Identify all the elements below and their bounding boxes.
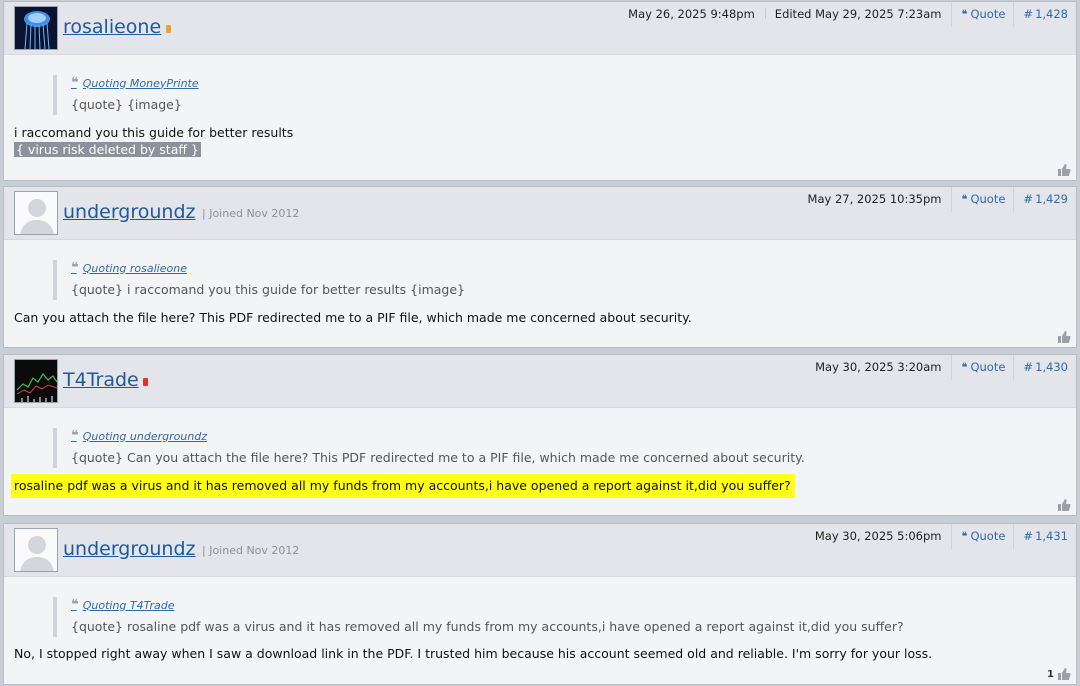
like-count: 1 [1047, 669, 1054, 680]
username[interactable]: undergroundz [63, 538, 196, 560]
quote-button[interactable]: ❛❛ Quote [951, 355, 1013, 380]
post-1431: undergroundz | Joined Nov 2012 May 30, 2… [3, 523, 1077, 685]
quote-icon: ❛❛ [71, 75, 79, 91]
hash-icon: # [1023, 7, 1034, 21]
status-badge [143, 378, 148, 386]
quote-button[interactable]: ❛❛ Quote [951, 2, 1013, 27]
quote-icon: ❛❛ [71, 597, 79, 613]
post-message: Can you attach the file here? This PDF r… [14, 310, 692, 325]
avatar[interactable] [14, 359, 58, 403]
thumbs-up-icon[interactable] [1057, 163, 1071, 177]
post-date: May 30, 2025 5:06pm [814, 529, 942, 543]
post-meta: May 26, 2025 9:48pm Edited May 29, 2025 … [628, 2, 1076, 27]
post-message: No, I stopped right away when I saw a do… [14, 646, 933, 661]
quote-icon: ❛❛ [961, 192, 967, 206]
quote-icon: ❛❛ [961, 529, 967, 543]
avatar[interactable] [14, 6, 58, 50]
post-header: undergroundz | Joined Nov 2012 May 27, 2… [4, 187, 1076, 240]
post-meta: May 27, 2025 10:35pm ❛❛ Quote #1,429 [808, 187, 1076, 212]
post-1428: rosalieone May 26, 2025 9:48pm Edited Ma… [3, 1, 1077, 181]
post-date: May 26, 2025 9:48pm [628, 7, 755, 21]
quote-button[interactable]: ❛❛ Quote [951, 187, 1013, 212]
avatar[interactable] [14, 528, 58, 572]
edited-date: Edited May 29, 2025 7:23am [774, 7, 942, 21]
post-1429: undergroundz | Joined Nov 2012 May 27, 2… [3, 186, 1077, 348]
hash-icon: # [1023, 360, 1034, 374]
username[interactable]: rosalieone [63, 16, 161, 38]
post-meta: May 30, 2025 5:06pm ❛❛ Quote #1,431 [815, 524, 1076, 549]
quote-icon: ❛❛ [71, 428, 79, 444]
quote-text: {quote} {image} [71, 97, 182, 112]
hash-icon: # [1023, 192, 1034, 206]
divider [764, 8, 766, 19]
avatar[interactable] [14, 191, 58, 235]
quote-block: ❛❛ Quoting rosalieone {quote} i raccomand… [53, 260, 465, 300]
quote-icon: ❛❛ [961, 7, 967, 21]
post-header: rosalieone May 26, 2025 9:48pm Edited Ma… [4, 2, 1076, 55]
quote-text: {quote} i raccomand you this guide for b… [71, 282, 466, 297]
quote-text: {quote} Can you attach the file here? Th… [71, 450, 805, 465]
post-header: T4Trade May 30, 2025 3:20am ❛❛ Quote #1,4… [4, 355, 1076, 408]
hash-icon: # [1023, 529, 1034, 543]
thumbs-up-icon[interactable] [1057, 667, 1071, 681]
post-message: rosaline pdf was a virus and it has remo… [11, 474, 795, 498]
quote-source-link[interactable]: ❛❛ Quoting T4Trade [71, 597, 904, 613]
thumbs-up-icon[interactable] [1057, 330, 1071, 344]
quote-icon: ❛❛ [961, 360, 967, 374]
quote-source-link[interactable]: ❛❛ Quoting undergroundz [71, 428, 805, 444]
thumbs-up-icon[interactable] [1057, 498, 1071, 512]
post-1430: T4Trade May 30, 2025 3:20am ❛❛ Quote #1,4… [3, 354, 1077, 516]
post-number-link[interactable]: #1,428 [1013, 2, 1076, 27]
status-badge [166, 25, 171, 33]
joined-date: | Joined Nov 2012 [202, 207, 300, 220]
post-message: i raccomand you this guide for better re… [14, 125, 294, 140]
username[interactable]: undergroundz [63, 201, 196, 223]
quote-block: ❛❛ Quoting MoneyPrinte {quote} {image} [53, 75, 199, 115]
quote-text: {quote} rosaline pdf was a virus and it … [71, 619, 904, 634]
post-date: May 27, 2025 10:35pm [807, 192, 942, 206]
quote-icon: ❛❛ [71, 260, 79, 276]
post-header: undergroundz | Joined Nov 2012 May 30, 2… [4, 524, 1076, 577]
quote-block: ❛❛ Quoting T4Trade {quote} rosaline pdf w… [53, 597, 904, 637]
post-number-link[interactable]: #1,430 [1013, 355, 1076, 380]
quote-block: ❛❛ Quoting undergroundz {quote} Can you a… [53, 428, 805, 468]
quote-source-link[interactable]: ❛❛ Quoting MoneyPrinte [71, 75, 199, 91]
post-number-link[interactable]: #1,431 [1013, 524, 1076, 549]
post-meta: May 30, 2025 3:20am ❛❛ Quote #1,430 [815, 355, 1076, 380]
username[interactable]: T4Trade [63, 369, 139, 391]
deleted-content-notice: { virus risk deleted by staff } [14, 142, 201, 157]
post-number-link[interactable]: #1,429 [1013, 187, 1076, 212]
quote-button[interactable]: ❛❛ Quote [951, 524, 1013, 549]
post-date: May 30, 2025 3:20am [815, 360, 942, 374]
joined-date: | Joined Nov 2012 [202, 544, 300, 557]
quote-source-link[interactable]: ❛❛ Quoting rosalieone [71, 260, 465, 276]
